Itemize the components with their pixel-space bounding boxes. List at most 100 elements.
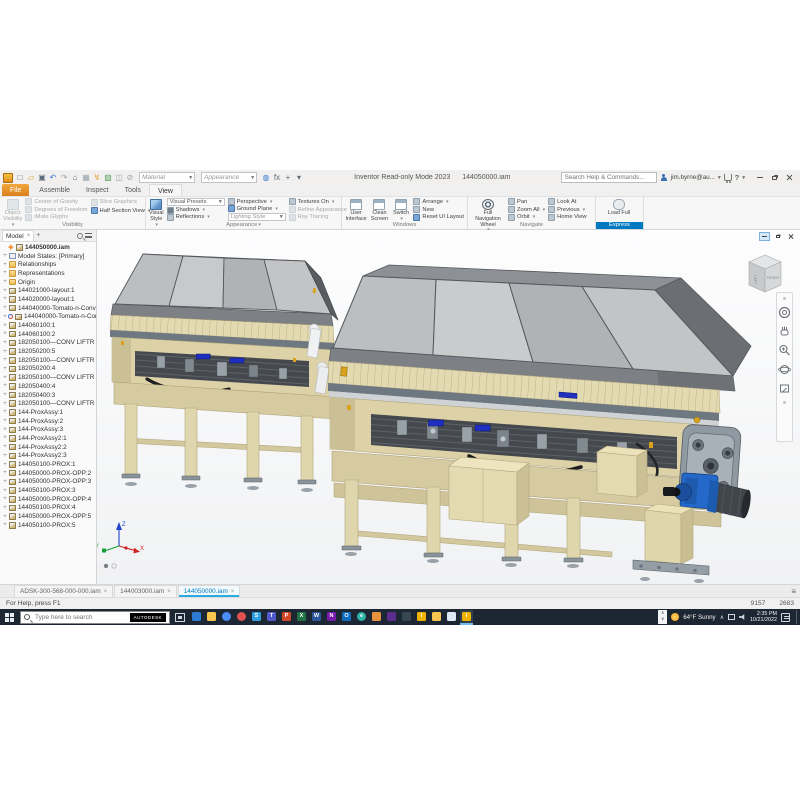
refine-appearance-button[interactable]: Refine Appearance <box>289 206 347 214</box>
tree-item[interactable]: + 144-ProxAssy:3 <box>0 425 96 434</box>
document-tab[interactable]: ADSK-300-568-000-000.iam × <box>14 585 113 597</box>
taskbar-app-icon[interactable]: N <box>325 610 338 625</box>
taskbar-app-icon[interactable] <box>205 610 218 625</box>
expander-icon[interactable]: + <box>2 435 8 441</box>
slice-graphics-button[interactable]: Slice Graphics <box>91 198 151 206</box>
taskbar-app-icon[interactable]: W <box>310 610 323 625</box>
load-full-button[interactable]: Load Full <box>599 198 639 221</box>
machine-right[interactable] <box>328 265 752 583</box>
zoom-all-button[interactable]: Zoom All <box>508 206 545 214</box>
taskbar-app-icon[interactable] <box>235 610 248 625</box>
navbar-options-icon[interactable] <box>783 401 786 404</box>
qat-icon[interactable]: ↷ <box>59 173 69 183</box>
add-browser-tab-icon[interactable]: + <box>36 232 40 239</box>
expander-icon[interactable]: + <box>2 401 8 407</box>
expander-icon[interactable]: + <box>2 375 8 381</box>
expander-icon[interactable]: + <box>2 279 8 285</box>
close-panel-icon[interactable]: × <box>27 233 31 239</box>
inventor-app-icon[interactable] <box>3 173 13 183</box>
expander-icon[interactable]: + <box>2 505 8 511</box>
tree-item[interactable]: + Representations <box>0 269 96 278</box>
weather-text[interactable]: 64°F Sunny <box>683 614 715 621</box>
clock[interactable]: 2:35 PM 10/21/2022 <box>750 611 777 623</box>
expander-icon[interactable]: + <box>2 392 8 398</box>
expander-icon[interactable]: + <box>2 349 8 355</box>
ribbon-tab[interactable]: View <box>149 184 182 196</box>
tree-item[interactable]: + 144050100-PROX:3 <box>0 486 96 495</box>
close-tab-icon[interactable]: × <box>104 589 108 595</box>
pan-hand-icon[interactable] <box>778 325 791 338</box>
tree-item[interactable]: + 144050000-PROX-OPP:5 <box>0 512 96 521</box>
tree-item[interactable]: + Model States: [Primary] <box>0 252 96 261</box>
chevron-down-icon[interactable] <box>742 174 745 181</box>
tree-item[interactable]: + 144-ProxAssy2:3 <box>0 452 96 461</box>
taskbar-app-icon[interactable] <box>385 610 398 625</box>
reset-ui-layout-button[interactable]: Reset UI Layout <box>413 213 464 221</box>
perspective-button[interactable]: Perspective <box>228 198 286 205</box>
taskbar-app-icon[interactable]: O <box>340 610 353 625</box>
qat-icon[interactable]: ▧ <box>103 173 113 183</box>
tree-item[interactable]: + 144050000-PROX-OPP:2 <box>0 469 96 478</box>
tree-item[interactable]: + 182050200:4 <box>0 365 96 374</box>
view-cube[interactable]: FRONT LEFT <box>746 252 784 296</box>
tree-item[interactable]: + 144050100-PROX:5 <box>0 521 96 530</box>
keyboard-tray-icon[interactable] <box>728 614 735 620</box>
start-button[interactable] <box>5 613 14 622</box>
shadows-button[interactable]: Shadows <box>167 207 225 214</box>
expander-icon[interactable]: + <box>2 427 8 433</box>
expander-icon[interactable]: + <box>2 444 8 450</box>
tree-item[interactable]: + 182050100—CONV LIFTR ASSY:1 <box>0 339 96 348</box>
browser-search-icon[interactable] <box>77 233 83 239</box>
tab-list-menu-icon[interactable]: ≡ <box>791 587 796 596</box>
close-button[interactable] <box>782 171 797 184</box>
expander-icon[interactable]: + <box>2 366 8 372</box>
viewport-dot-dark[interactable] <box>104 564 108 568</box>
tree-item[interactable]: + 144050100-PROX:1 <box>0 460 96 469</box>
taskbar-app-icon[interactable]: I <box>460 610 473 625</box>
expander-icon[interactable]: + <box>2 305 8 311</box>
taskbar-search[interactable]: AUTODESK <box>20 611 170 624</box>
expander-icon[interactable]: + <box>2 496 8 502</box>
doc-restore-button[interactable] <box>772 232 783 241</box>
qat-icon[interactable]: ▦ <box>81 173 91 183</box>
look-at-button[interactable]: Look At <box>548 198 587 206</box>
taskbar-app-icon[interactable] <box>430 610 443 625</box>
viewport-3d-model[interactable]: Z X Y <box>97 230 800 584</box>
taskbar-app-icon[interactable]: X <box>295 610 308 625</box>
taskbar-app-icon[interactable]: I <box>415 610 428 625</box>
tree-item[interactable]: + 144-ProxAssy:1 <box>0 408 96 417</box>
navbar-handle-icon[interactable] <box>783 297 786 300</box>
taskbar-app-icon[interactable] <box>400 610 413 625</box>
taskbar-app-icon[interactable]: S <box>250 610 263 625</box>
tree-item[interactable]: + 182050400:3 <box>0 391 96 400</box>
navigation-wheel-icon[interactable] <box>778 306 791 319</box>
expander-icon[interactable]: + <box>2 262 8 268</box>
new-window-button[interactable]: New <box>413 206 464 214</box>
arrange-button[interactable]: Arrange <box>413 198 464 206</box>
tree-item[interactable]: + 182050100—CONV LIFTR ASSY:2 <box>0 373 96 382</box>
half-section-view-button[interactable]: Half Section View <box>91 206 151 214</box>
taskbar-app-icon[interactable]: P <box>280 610 293 625</box>
document-tab[interactable]: 144003000.iam × <box>114 585 177 597</box>
expander-icon[interactable]: + <box>2 383 8 389</box>
tree-item[interactable]: + 182050100—CONV LIFTR ASSY:3 <box>0 356 96 365</box>
taskbar-search-input[interactable] <box>33 613 127 622</box>
notification-center-icon[interactable] <box>781 613 790 622</box>
previous-view-button[interactable]: Previous <box>548 206 587 214</box>
user-interface-button[interactable]: User Interface <box>345 198 367 221</box>
ribbon-tab[interactable]: File <box>2 184 29 196</box>
group-label-appearance[interactable]: Appearance <box>146 222 341 229</box>
orbit-icon[interactable] <box>778 363 791 376</box>
floor-cabinet-b[interactable] <box>597 446 647 497</box>
visual-style-button[interactable]: Visual Style <box>149 198 164 221</box>
material-dropdown[interactable]: Material <box>139 172 195 183</box>
qat-icon[interactable]: ↶ <box>48 173 58 183</box>
search-input[interactable] <box>561 172 657 183</box>
qat-icon[interactable]: ▾ <box>294 173 304 183</box>
signed-in-user[interactable]: jim.byrne@au... <box>671 174 715 181</box>
degrees-of-freedom-button[interactable]: Degrees of Freedom <box>25 206 87 214</box>
tree-item[interactable]: + 144060100:1 <box>0 321 96 330</box>
qat-icon[interactable]: ◫ <box>114 173 124 183</box>
taskbar-app-icon[interactable] <box>190 610 203 625</box>
help-icon[interactable]: ? <box>735 173 740 182</box>
